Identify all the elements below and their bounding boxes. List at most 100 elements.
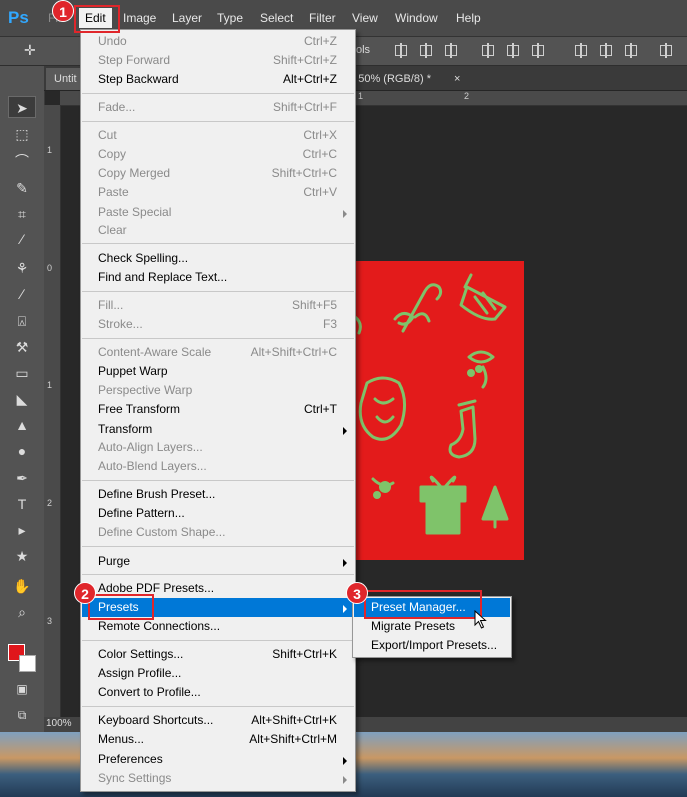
menu-item-label: Check Spelling... [98, 251, 189, 265]
callout-box-edit-menu [74, 5, 120, 33]
path-selection-tool-icon[interactable]: ▸ [8, 519, 36, 541]
menu-item-shortcut: Shift+Ctrl+C [271, 166, 337, 180]
distribute-bottom-icon[interactable] [625, 43, 637, 58]
move-tool-icon[interactable]: ✛ [24, 42, 36, 59]
menu-item-color-settings[interactable]: Color Settings... Shift+Ctrl+K [82, 645, 354, 664]
menu-item-copy-merged[interactable]: Copy Merged Shift+Ctrl+C [82, 164, 354, 183]
type-tool-icon[interactable]: T [8, 493, 36, 515]
menu-item-free-transform[interactable]: Free Transform Ctrl+T [82, 400, 354, 419]
eyedropper-tool-icon[interactable]: ⁄ [8, 228, 36, 250]
menu-type[interactable]: Type [217, 9, 243, 27]
marquee-tool-icon[interactable]: ⬚ [8, 123, 36, 145]
menu-item-purge[interactable]: Purge [82, 552, 354, 571]
menu-view[interactable]: View [352, 9, 378, 27]
menu-select[interactable]: Select [260, 9, 293, 27]
distribute-top-icon[interactable] [575, 43, 587, 58]
menu-item-label: Undo [98, 34, 127, 48]
menu-item-paste[interactable]: Paste Ctrl+V [82, 183, 354, 202]
menu-item-paste-special[interactable]: Paste Special [82, 203, 354, 222]
background-color-swatch[interactable] [19, 655, 36, 672]
menu-item-assign-profile[interactable]: Assign Profile... [82, 664, 354, 683]
menu-separator [82, 480, 354, 481]
menu-item-label: Convert to Profile... [98, 685, 201, 699]
screen-mode-icon[interactable]: ⧉ [8, 704, 36, 726]
menu-item-puppet-warp[interactable]: Puppet Warp [82, 362, 354, 381]
menu-item-define-pattern[interactable]: Define Pattern... [82, 504, 354, 523]
menu-item-shortcut: Ctrl+C [302, 147, 337, 161]
zoom-tool-icon[interactable]: ⌕ [8, 601, 36, 623]
menu-layer[interactable]: Layer [172, 9, 202, 27]
menu-help[interactable]: Help [456, 9, 481, 27]
menu-window[interactable]: Window [395, 9, 438, 27]
lasso-tool-icon[interactable]: ⌒ [8, 150, 36, 172]
menu-item-menus[interactable]: Menus... Alt+Shift+Ctrl+M [82, 730, 354, 749]
align-hcenter-icon[interactable] [507, 43, 519, 58]
dodge-tool-icon[interactable]: ● [8, 440, 36, 462]
menu-separator [82, 121, 354, 122]
menu-filter[interactable]: Filter [309, 9, 336, 27]
menu-item-shortcut: F3 [322, 317, 337, 331]
menu-image[interactable]: Image [123, 9, 156, 27]
brush-tool-icon[interactable]: ∕ [8, 283, 36, 305]
menu-item-content-aware-scale[interactable]: Content-Aware Scale Alt+Shift+Ctrl+C [82, 343, 354, 362]
align-top-icon[interactable] [395, 43, 407, 58]
paint-bucket-tool-icon[interactable]: ◣ [8, 388, 36, 410]
tab-close-icon[interactable]: × [454, 68, 460, 90]
menu-item-fill[interactable]: Fill... Shift+F5 [82, 296, 354, 315]
distribute-vcenter-icon[interactable] [600, 43, 612, 58]
pen-tool-icon[interactable]: ✒ [8, 467, 36, 489]
healing-brush-tool-icon[interactable]: ⚘ [8, 257, 36, 279]
menu-separator [82, 93, 354, 94]
menu-item-transform[interactable]: Transform [82, 420, 354, 439]
menu-item-label: Fill... [98, 298, 124, 312]
align-right-icon[interactable] [532, 43, 544, 58]
menu-item-step-backward[interactable]: Step Backward Alt+Ctrl+Z [82, 70, 354, 89]
menu-item-shortcut: Ctrl+Z [304, 34, 337, 48]
eraser-tool-icon[interactable]: ▭ [8, 362, 36, 384]
menu-item-label: Fade... [98, 100, 136, 114]
crop-tool-icon[interactable]: ⌗ [8, 203, 36, 225]
quick-mask-icon[interactable]: ▣ [8, 678, 36, 700]
menu-item-check-spelling[interactable]: Check Spelling... [82, 249, 354, 268]
menu-item-fade[interactable]: Fade... Shift+Ctrl+F [82, 98, 354, 117]
menu-item-preferences[interactable]: Preferences [82, 750, 354, 769]
menu-item-cut[interactable]: Cut Ctrl+X [82, 126, 354, 145]
menu-item-label: Paste [98, 185, 129, 199]
tools-panel: ➤ ⬚ ⌒ ✎ ⌗ ⁄ ⚘ ∕ ⍓ ⚒ ▭ ◣ ▲ ● ✒ T ▸ ★ ✋ ⌕ … [0, 66, 45, 732]
menu-item-auto-align-layers[interactable]: Auto-Align Layers... [82, 438, 354, 457]
history-brush-tool-icon[interactable]: ⚒ [8, 336, 36, 358]
menu-item-stroke[interactable]: Stroke... F3 [82, 315, 354, 334]
menu-item-sync-settings[interactable]: Sync Settings [82, 769, 354, 788]
menu-item-label: Clear [98, 223, 127, 237]
blur-tool-icon[interactable]: ▲ [8, 414, 36, 436]
align-left-icon[interactable] [482, 43, 494, 58]
clone-stamp-tool-icon[interactable]: ⍓ [8, 310, 36, 332]
align-vcenter-icon[interactable] [420, 43, 432, 58]
menu-item-label: Copy [98, 147, 127, 161]
ruler-vertical: 1 0 1 2 3 [44, 105, 61, 717]
christmas-ornaments-artwork [355, 273, 509, 535]
menu-item-clear[interactable]: Clear [82, 221, 354, 240]
menu-item-auto-blend-layers[interactable]: Auto-Blend Layers... [82, 457, 354, 476]
zoom-level[interactable]: 100% [46, 718, 72, 729]
menu-item-export-import-presets[interactable]: Export/Import Presets... [354, 636, 510, 655]
align-bottom-icon[interactable] [445, 43, 457, 58]
hand-tool-icon[interactable]: ✋ [8, 575, 36, 597]
menu-item-perspective-warp[interactable]: Perspective Warp [82, 381, 354, 400]
callout-badge: 2 [74, 582, 96, 604]
quick-select-tool-icon[interactable]: ✎ [8, 177, 36, 199]
callout-box-presets [88, 594, 154, 620]
document-tab[interactable]: Untit [46, 68, 85, 90]
menu-item-keyboard-shortcuts[interactable]: Keyboard Shortcuts... Alt+Shift+Ctrl+K [82, 711, 354, 730]
menu-item-undo[interactable]: Undo Ctrl+Z [82, 32, 354, 51]
menu-item-copy[interactable]: Copy Ctrl+C [82, 145, 354, 164]
menu-item-find-replace[interactable]: Find and Replace Text... [82, 268, 354, 287]
distribute-left-icon[interactable] [660, 43, 672, 58]
menu-item-define-custom-shape[interactable]: Define Custom Shape... [82, 523, 354, 542]
menu-item-convert-to-profile[interactable]: Convert to Profile... [82, 683, 354, 702]
custom-shape-tool-icon[interactable]: ★ [8, 545, 36, 567]
menu-item-step-forward[interactable]: Step Forward Shift+Ctrl+Z [82, 51, 354, 70]
move-tool-icon[interactable]: ➤ [8, 96, 36, 118]
menu-separator [82, 546, 354, 547]
menu-item-define-brush-preset[interactable]: Define Brush Preset... [82, 485, 354, 504]
